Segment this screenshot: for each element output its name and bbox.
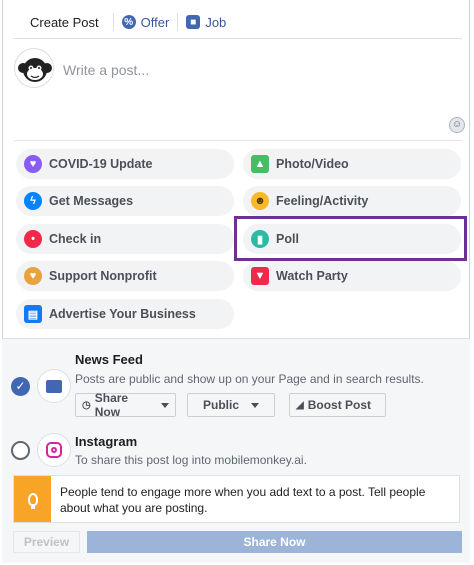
action-advertise-business[interactable]: ▤ Advertise Your Business xyxy=(16,299,234,329)
action-label: Advertise Your Business xyxy=(49,307,196,321)
action-label: Support Nonprofit xyxy=(49,269,157,283)
action-get-messages[interactable]: ϟ Get Messages xyxy=(16,186,234,216)
action-check-in[interactable]: • Check in xyxy=(16,224,234,254)
avatar xyxy=(14,48,54,88)
instagram-icon xyxy=(46,442,62,458)
instagram-checkbox[interactable] xyxy=(11,441,30,460)
poll-highlight-box xyxy=(234,216,467,261)
tab-label: Offer xyxy=(140,14,170,30)
instagram-avatar xyxy=(37,433,71,467)
boost-post-label: Boost Post xyxy=(307,398,372,412)
post-text-input[interactable]: Write a post... xyxy=(63,62,149,78)
photo-icon: ▲ xyxy=(251,155,269,173)
news-feed-description: Posts are public and show up on your Pag… xyxy=(75,372,424,386)
boost-post-button[interactable]: ◢ Boost Post xyxy=(289,393,386,417)
share-now-label: Share Now xyxy=(94,391,129,419)
chevron-down-icon xyxy=(161,402,169,408)
tip-box: People tend to engage more when you add … xyxy=(13,475,460,523)
messenger-icon: ϟ xyxy=(24,192,42,210)
preview-button[interactable]: Preview xyxy=(13,531,80,553)
heart-icon: ♥ xyxy=(24,155,42,173)
news-feed-avatar xyxy=(37,369,71,403)
tab-label: Job xyxy=(205,14,227,30)
action-label: Check in xyxy=(49,232,102,246)
action-label: Watch Party xyxy=(276,269,348,283)
nonprofit-icon: ♥ xyxy=(24,267,42,285)
composer-divider xyxy=(14,140,462,141)
instagram-title: Instagram xyxy=(75,434,138,449)
action-watch-party[interactable]: ▼ Watch Party xyxy=(243,261,461,291)
location-pin-icon: • xyxy=(24,230,42,248)
share-now-dropdown[interactable]: ◷ Share Now xyxy=(75,391,176,419)
tab-label: Create Post xyxy=(30,14,99,30)
lightbulb-icon xyxy=(27,492,38,509)
popcorn-icon: ▼ xyxy=(251,267,269,285)
smiley-icon: ☻ xyxy=(251,192,269,210)
monkey-logo-icon xyxy=(18,58,52,82)
instagram-description: To share this post log into mobilemonkey… xyxy=(75,453,307,467)
news-feed-title: News Feed xyxy=(75,352,143,367)
audience-label: Public xyxy=(202,398,239,412)
briefcase-icon: ■ xyxy=(186,15,201,29)
news-feed-icon xyxy=(46,379,62,393)
action-photo-video[interactable]: ▲ Photo/Video xyxy=(243,149,461,179)
action-label: Get Messages xyxy=(49,194,134,208)
megaphone-icon: ◢ xyxy=(296,399,304,411)
tip-text: People tend to engage more when you add … xyxy=(60,485,426,515)
action-covid-update[interactable]: ♥ COVID-19 Update xyxy=(16,149,234,179)
emoji-icon[interactable]: ☺ xyxy=(449,117,465,133)
action-feeling-activity[interactable]: ☻ Feeling/Activity xyxy=(243,186,461,216)
action-support-nonprofit[interactable]: ♥ Support Nonprofit xyxy=(16,261,234,291)
action-label: Feeling/Activity xyxy=(276,194,369,208)
clock-icon: ◷ xyxy=(82,399,91,411)
tabs-divider xyxy=(14,38,462,39)
percent-icon: % xyxy=(121,15,136,29)
tab-offer[interactable]: % Offer xyxy=(114,9,178,35)
share-now-button[interactable]: Share Now xyxy=(87,531,462,553)
post-type-tabs: Create Post % Offer ■ Job xyxy=(14,6,234,38)
action-label: COVID-19 Update xyxy=(49,157,153,171)
tip-bar xyxy=(14,476,51,522)
news-feed-checkbox[interactable]: ✓ xyxy=(11,377,30,396)
tab-job[interactable]: ■ Job xyxy=(178,9,234,35)
action-label: Photo/Video xyxy=(276,157,349,171)
tab-create-post[interactable]: Create Post xyxy=(14,9,113,35)
advertise-icon: ▤ xyxy=(24,305,42,323)
audience-dropdown[interactable]: Public xyxy=(187,393,275,417)
chevron-down-icon xyxy=(251,402,259,408)
